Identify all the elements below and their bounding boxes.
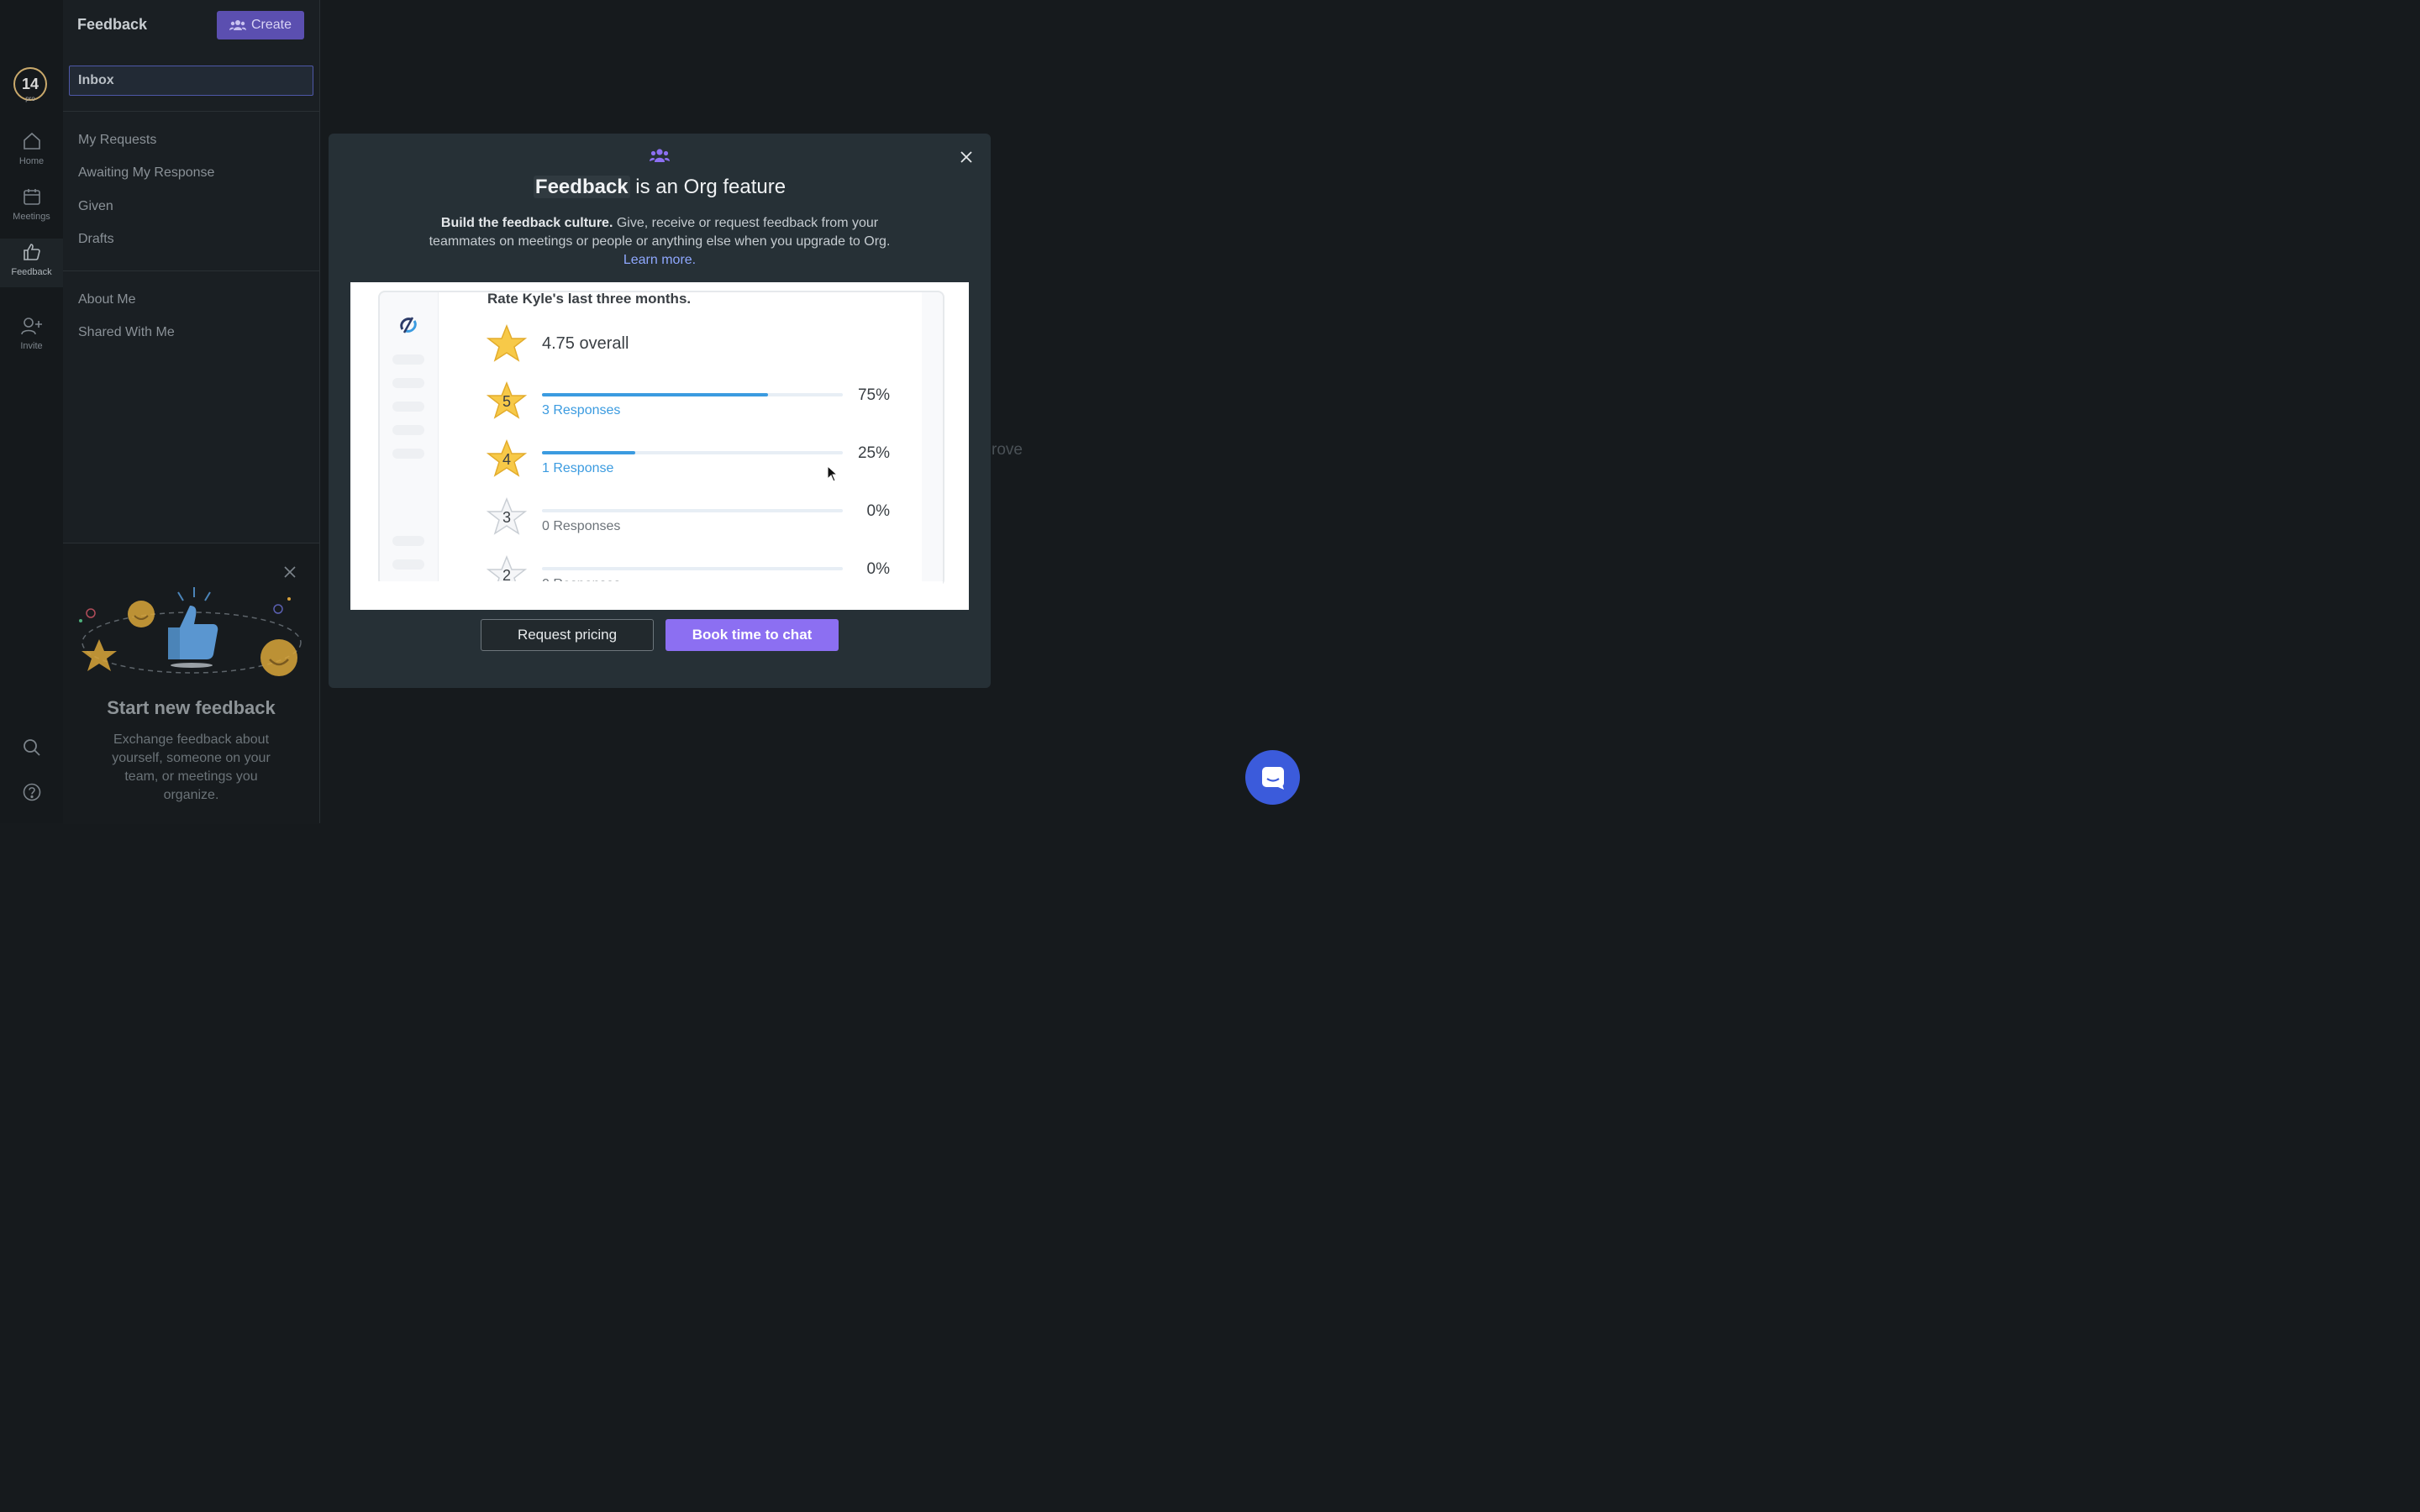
rating-percent: 0% — [866, 502, 890, 520]
team-icon — [650, 148, 670, 167]
rating-percent: 25% — [857, 444, 890, 462]
sidebar-item-drafts[interactable]: Drafts — [78, 232, 114, 247]
rating-bar-track — [542, 567, 843, 570]
rail-item-label: Home — [18, 156, 45, 166]
rating-responses: 0 Responses — [542, 519, 621, 533]
close-icon[interactable] — [282, 564, 297, 584]
rating-responses: 1 Response — [542, 461, 614, 475]
preview-overall-score: 4.75 overall — [542, 334, 629, 353]
rating-bar-track — [542, 393, 843, 396]
rail-item-feedback[interactable]: Feedback — [0, 242, 63, 277]
modal-title-feature: Feedback — [533, 176, 630, 198]
sidebar-title: Feedback — [77, 16, 148, 33]
modal-title-rest: is an Org feature — [629, 176, 786, 198]
app-logo-icon — [400, 317, 417, 333]
sidebar-item-my-requests[interactable]: My Requests — [78, 133, 156, 148]
modal-title: Feedback is an Org feature — [329, 176, 991, 199]
modal-desc-strong: Build the feedback culture. — [440, 216, 613, 230]
rail-item-label: Feedback — [11, 267, 52, 277]
help-icon[interactable] — [23, 783, 41, 806]
close-icon[interactable] — [959, 150, 974, 169]
thumbs-up-icon — [23, 244, 40, 260]
learn-more-link[interactable]: Learn more. — [623, 253, 696, 267]
left-rail — [0, 0, 64, 823]
skeleton-line — [392, 354, 424, 365]
sidebar-item-awaiting-my-response[interactable]: Awaiting My Response — [78, 165, 214, 181]
sidebar-item-about-me[interactable]: About Me — [78, 292, 135, 307]
team-icon — [229, 20, 246, 30]
feedback-illustration — [79, 587, 302, 676]
rating-star-value: 4 — [502, 451, 511, 468]
star-icon — [487, 324, 527, 362]
search-icon[interactable] — [23, 738, 41, 761]
rating-star-value: 5 — [502, 393, 511, 410]
preview-bottom-mask — [378, 581, 943, 610]
request-pricing-button[interactable]: Request pricing — [481, 619, 654, 651]
start-feedback-text: Exchange feedback about yourself, someon… — [112, 732, 271, 802]
sidebar-item-given[interactable]: Given — [78, 199, 113, 214]
calendar-icon — [23, 189, 40, 205]
divider — [63, 270, 319, 271]
create-button-label: Create — [250, 18, 292, 32]
modal-description: Build the feedback culture. Give, receiv… — [420, 214, 899, 270]
level-badge-sub: pro — [25, 95, 35, 102]
rating-responses: 3 Responses — [542, 403, 621, 417]
level-badge-number: 14 — [21, 76, 39, 92]
rating-percent: 0% — [866, 560, 890, 578]
rail-item-invite[interactable]: Invite — [0, 316, 63, 351]
rail-item-label: Invite — [20, 341, 43, 351]
rating-star-value: 3 — [502, 509, 511, 526]
create-button[interactable]: Create — [217, 11, 304, 39]
home-icon — [23, 132, 40, 150]
rating-bar-track — [542, 509, 843, 512]
mouse-cursor-icon — [827, 465, 839, 482]
sidebar-item-inbox[interactable]: Inbox — [69, 66, 313, 96]
feature-preview-image: Rate Kyle's last three months. 4.75 over… — [350, 282, 969, 610]
rail-item-label: Meetings — [13, 212, 50, 222]
sidebar-item-shared-with-me[interactable]: Shared With Me — [78, 325, 175, 340]
preview-heading: Rate Kyle's last three months. — [487, 291, 692, 307]
start-feedback-title: Start new feedback — [107, 697, 276, 718]
rating-percent: 75% — [857, 386, 890, 404]
background-text: rove — [992, 441, 1023, 459]
chat-icon — [1261, 766, 1284, 790]
chat-widget-button[interactable] — [1245, 750, 1300, 805]
divider — [63, 111, 319, 112]
rating-row: 3 0 Responses 0% — [350, 496, 969, 546]
rating-row: 5 3 Responses 75% — [350, 380, 969, 430]
rating-bar-fill — [542, 451, 635, 454]
rail-item-meetings[interactable]: Meetings — [0, 186, 63, 222]
add-user-icon — [20, 318, 42, 335]
rating-bar-fill — [542, 393, 768, 396]
rail-item-home[interactable]: Home — [0, 131, 63, 166]
rating-row: 4 1 Response 25% — [350, 438, 969, 488]
book-time-button[interactable]: Book time to chat — [666, 619, 839, 651]
rating-bar-track — [542, 451, 843, 454]
